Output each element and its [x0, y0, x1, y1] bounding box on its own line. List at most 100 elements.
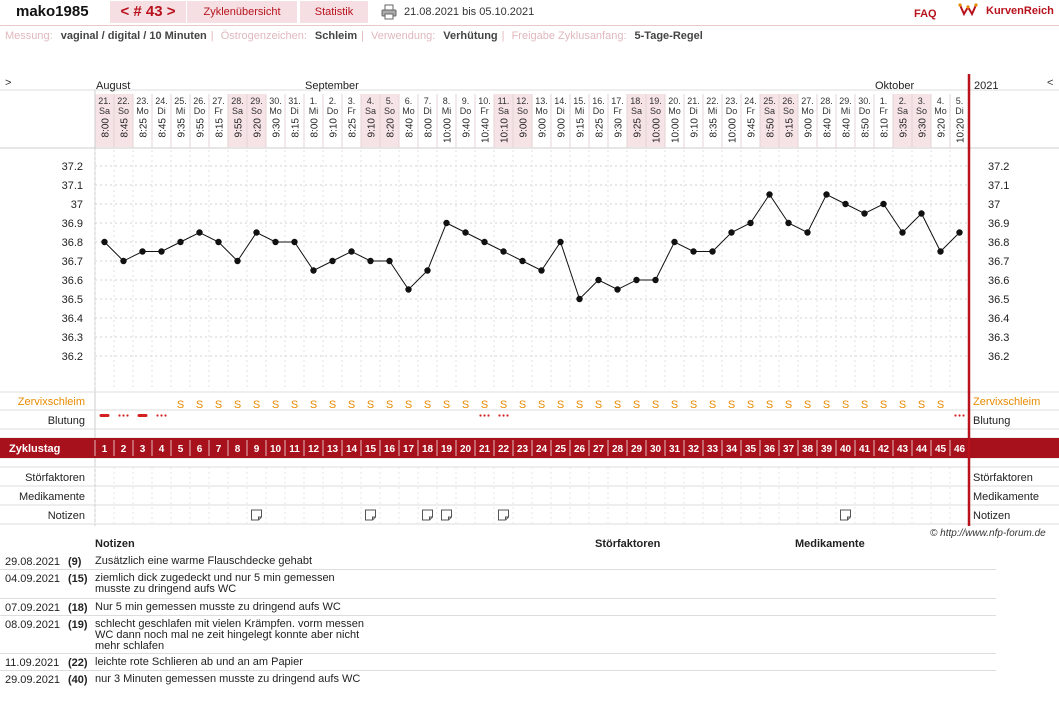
mucus-mark[interactable]: S [481, 399, 488, 411]
mucus-mark[interactable]: S [595, 399, 602, 411]
mucus-mark[interactable]: S [215, 399, 222, 411]
temperature-point[interactable] [329, 257, 336, 265]
bleeding-light-mark[interactable] [954, 414, 957, 417]
expand-left-icon[interactable]: > [5, 77, 11, 89]
temperature-point[interactable] [899, 229, 906, 236]
bleeding-heavy-mark[interactable] [99, 414, 110, 417]
bleeding-light-mark[interactable] [160, 414, 163, 417]
bleeding-light-mark[interactable] [502, 414, 505, 417]
mucus-mark[interactable]: S [557, 399, 564, 411]
temperature-point[interactable] [709, 248, 716, 255]
temperature-point[interactable] [177, 238, 184, 246]
expand-right-icon[interactable]: < [1047, 77, 1053, 89]
bleeding-light-mark[interactable] [487, 414, 490, 417]
mucus-mark[interactable]: S [462, 399, 469, 411]
temperature-point[interactable] [443, 219, 450, 227]
mucus-mark[interactable]: S [747, 399, 754, 411]
mucus-mark[interactable]: S [899, 399, 906, 411]
note-icon[interactable] [365, 509, 376, 521]
mucus-mark[interactable]: S [424, 399, 431, 411]
mucus-mark[interactable]: S [329, 399, 336, 411]
mucus-mark[interactable]: S [728, 399, 735, 411]
bleeding-light-mark[interactable] [962, 414, 965, 417]
faq-link[interactable]: FAQ [914, 8, 937, 20]
temperature-point[interactable] [956, 229, 963, 236]
temperature-point[interactable] [405, 286, 412, 293]
mucus-mark[interactable]: S [177, 399, 184, 411]
mucus-mark[interactable]: S [709, 399, 716, 411]
mucus-mark[interactable]: S [500, 399, 507, 411]
printer-icon[interactable] [381, 4, 397, 20]
temperature-point[interactable] [538, 267, 545, 274]
temperature-point[interactable] [918, 210, 925, 217]
temperature-point[interactable] [310, 267, 317, 274]
temperature-point[interactable] [633, 276, 640, 284]
tab-statistics[interactable]: Statistik [300, 1, 368, 23]
mucus-mark[interactable]: S [823, 399, 830, 411]
temperature-point[interactable] [139, 248, 146, 255]
bleeding-light-mark[interactable] [958, 414, 961, 417]
temperature-point[interactable] [690, 248, 697, 255]
temperature-point[interactable] [291, 238, 298, 246]
bleeding-light-mark[interactable] [498, 414, 501, 417]
temperature-point[interactable] [937, 248, 944, 255]
temperature-point[interactable] [861, 210, 868, 217]
temperature-point[interactable] [272, 238, 279, 246]
mucus-mark[interactable]: S [804, 399, 811, 411]
temperature-point[interactable] [481, 238, 488, 246]
tab-cycle-overview[interactable]: Zyklenübersicht [187, 1, 297, 23]
temperature-point[interactable] [842, 200, 849, 208]
mucus-mark[interactable]: S [842, 399, 849, 411]
temperature-point[interactable] [519, 257, 526, 265]
note-icon[interactable] [498, 509, 509, 521]
temperature-point[interactable] [253, 229, 260, 236]
temperature-point[interactable] [766, 191, 773, 198]
mucus-mark[interactable]: S [785, 399, 792, 411]
bleeding-heavy-mark[interactable] [137, 414, 148, 417]
temperature-point[interactable] [823, 191, 830, 198]
mucus-mark[interactable]: S [405, 399, 412, 411]
mucus-mark[interactable]: S [918, 399, 925, 411]
temperature-point[interactable] [386, 257, 393, 265]
mucus-mark[interactable]: S [519, 399, 526, 411]
mucus-mark[interactable]: S [880, 399, 887, 411]
temperature-point[interactable] [576, 295, 583, 303]
bleeding-light-mark[interactable] [126, 414, 129, 417]
bleeding-light-mark[interactable] [506, 414, 509, 417]
bleeding-light-mark[interactable] [483, 414, 486, 417]
bleeding-light-mark[interactable] [479, 414, 482, 417]
bleeding-light-mark[interactable] [164, 414, 167, 417]
mucus-mark[interactable]: S [538, 399, 545, 411]
mucus-mark[interactable]: S [272, 399, 279, 411]
temperature-point[interactable] [880, 200, 887, 208]
mucus-mark[interactable]: S [386, 399, 393, 411]
temperature-point[interactable] [671, 238, 678, 246]
temperature-point[interactable] [614, 286, 621, 293]
temperature-point[interactable] [785, 219, 792, 227]
temperature-point[interactable] [367, 257, 374, 265]
bleeding-light-mark[interactable] [118, 414, 121, 417]
mucus-mark[interactable]: S [633, 399, 640, 411]
temperature-point[interactable] [120, 257, 127, 265]
temperature-point[interactable] [728, 229, 735, 236]
temperature-point[interactable] [424, 267, 431, 274]
mucus-mark[interactable]: S [196, 399, 203, 411]
temperature-point[interactable] [804, 229, 811, 236]
mucus-mark[interactable]: S [576, 399, 583, 411]
mucus-mark[interactable]: S [234, 399, 241, 411]
mucus-mark[interactable]: S [443, 399, 450, 411]
temperature-point[interactable] [462, 229, 469, 236]
temperature-point[interactable] [158, 248, 165, 255]
mucus-mark[interactable]: S [253, 399, 260, 411]
mucus-mark[interactable]: S [291, 399, 298, 411]
mucus-mark[interactable]: S [652, 399, 659, 411]
mucus-mark[interactable]: S [690, 399, 697, 411]
temperature-point[interactable] [595, 276, 602, 284]
note-icon[interactable] [251, 509, 262, 521]
temperature-point[interactable] [652, 276, 659, 284]
temperature-point[interactable] [348, 248, 355, 255]
note-icon[interactable] [422, 509, 433, 521]
temperature-point[interactable] [101, 238, 108, 246]
cycle-navigation[interactable]: < # 43 > [110, 1, 186, 23]
mucus-mark[interactable]: S [937, 399, 944, 411]
